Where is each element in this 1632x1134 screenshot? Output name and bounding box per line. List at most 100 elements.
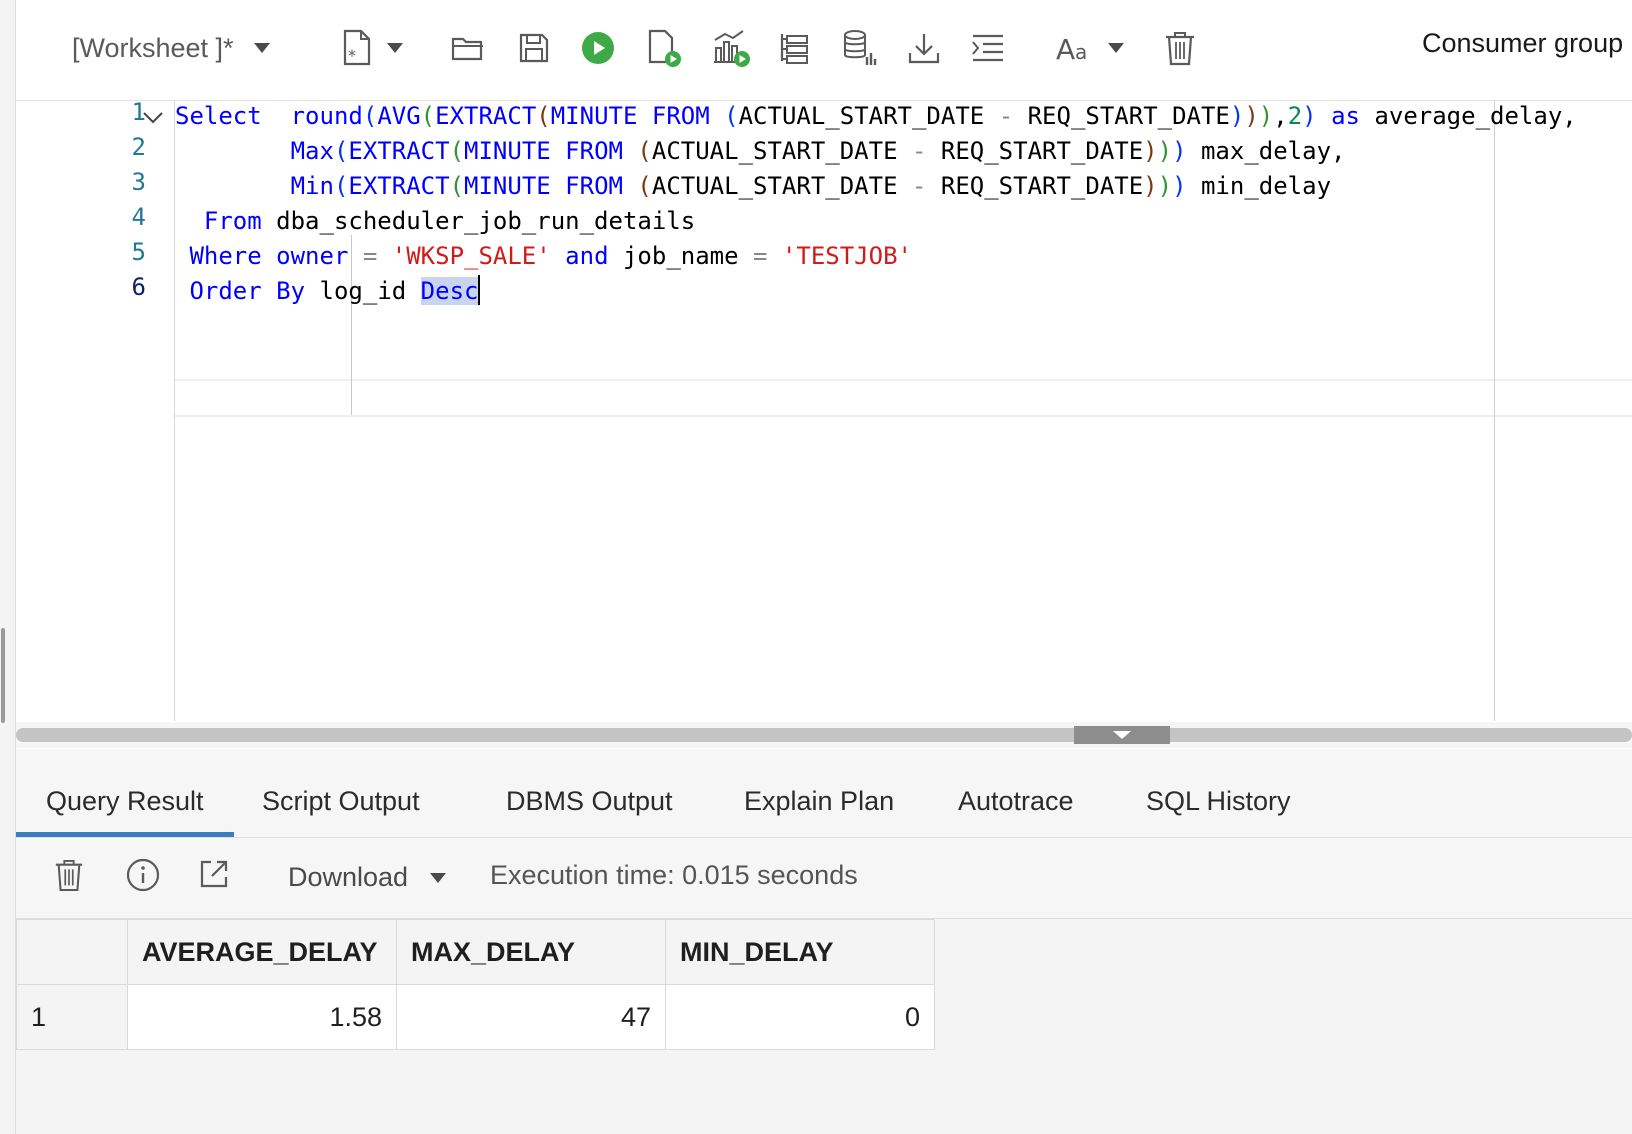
code-line-2: Max(EXTRACT(MINUTE FROM (ACTUAL_START_DA… <box>290 137 1346 165</box>
keyword: MINUTE <box>550 102 638 130</box>
identifier: job_name <box>622 242 739 270</box>
run-script-button[interactable] <box>644 26 684 70</box>
download-button[interactable] <box>904 26 944 70</box>
tab-dbms-output[interactable]: DBMS Output <box>506 749 673 837</box>
consumer-group-label[interactable]: Consumer group <box>1422 28 1623 59</box>
identifier: REQ_START_DATE <box>940 137 1144 165</box>
sql-editor[interactable]: 1 2 3 4 5 6 Select round(AVG(EXTRACT(MIN… <box>16 98 1632 721</box>
grid-cell[interactable]: 0 <box>665 984 935 1050</box>
explain-plan-icon <box>714 30 750 67</box>
new-file-button[interactable]: * <box>336 26 406 70</box>
selected-keyword: Desc <box>420 277 479 305</box>
identifier: min_delay <box>1200 172 1332 200</box>
keyword: owner <box>276 242 349 270</box>
svg-text:*: * <box>348 46 356 65</box>
download-label: Download <box>288 862 409 892</box>
tab-explain-plan[interactable]: Explain Plan <box>744 749 894 837</box>
keyword: Select <box>175 102 262 130</box>
code-line-4: From dba_scheduler_job_run_details <box>175 203 695 239</box>
string: 'TESTJOB' <box>781 242 912 270</box>
identifier: max_delay, <box>1200 137 1346 165</box>
table-row[interactable]: 1 1.58 47 0 <box>16 984 935 1050</box>
code-area[interactable]: Select round(AVG(EXTRACT(MINUTE FROM (AC… <box>175 101 1632 721</box>
run-statement-button[interactable] <box>578 26 618 70</box>
new-file-icon: * <box>343 29 371 66</box>
autotrace-button[interactable] <box>774 26 814 70</box>
current-line-highlight <box>175 379 1632 417</box>
text-cursor <box>478 275 481 305</box>
run-script-icon <box>648 29 681 67</box>
left-panel-edge <box>0 0 16 1134</box>
operator: = <box>362 242 378 270</box>
function: Min <box>290 172 334 200</box>
worksheet-selector-label: [Worksheet ]* <box>72 32 234 63</box>
row-number[interactable]: 1 <box>16 984 128 1050</box>
identifier: REQ_START_DATE <box>1027 102 1230 130</box>
line-number: 3 <box>131 168 146 196</box>
chevron-down-icon <box>387 43 403 53</box>
font-size-icon: Aa <box>1056 33 1087 65</box>
result-grid-area: AVERAGE_DELAY MAX_DELAY MIN_DELAY 1 1.58… <box>16 919 1632 1134</box>
tab-autotrace[interactable]: Autotrace <box>958 749 1074 837</box>
explain-plan-button[interactable] <box>708 26 754 70</box>
string: 'WKSP_SALE' <box>391 242 551 270</box>
open-file-button[interactable] <box>448 26 488 70</box>
identifier: ACTUAL_START_DATE <box>651 172 898 200</box>
function: Max <box>290 137 334 165</box>
autotrace-icon <box>780 34 808 64</box>
tab-query-result[interactable]: Query Result <box>16 749 234 837</box>
execution-time: Execution time: 0.015 seconds <box>490 860 858 890</box>
sql-tuning-button[interactable] <box>838 26 882 70</box>
operator: - <box>911 172 927 200</box>
column-header[interactable]: MIN_DELAY <box>665 919 935 985</box>
result-toolbar: Download Execution time: 0.015 seconds <box>16 838 1632 919</box>
open-in-new-window-button[interactable] <box>198 858 230 895</box>
format-button[interactable] <box>968 26 1008 70</box>
identifier: log_id <box>319 277 407 305</box>
save-icon <box>519 33 549 63</box>
svg-text:A: A <box>1056 33 1075 65</box>
number: 2 <box>1287 102 1303 130</box>
font-size-button[interactable]: Aa <box>1044 26 1134 70</box>
chevron-down-icon <box>253 43 270 53</box>
grid-cell[interactable]: 47 <box>396 984 666 1050</box>
collapse-results-handle[interactable] <box>1074 726 1170 744</box>
identifier: REQ_START_DATE <box>940 172 1144 200</box>
trash-icon <box>55 860 83 892</box>
clear-results-button[interactable] <box>54 858 84 897</box>
keyword: By <box>276 277 306 305</box>
column-header[interactable]: AVERAGE_DELAY <box>127 919 397 985</box>
fold-chevron-icon[interactable] <box>142 111 164 125</box>
code-line-5: Where owner = 'WKSP_SALE' and job_name =… <box>175 238 912 274</box>
grid-corner-cell[interactable] <box>16 919 128 985</box>
worksheet-selector[interactable]: [Worksheet ]* <box>72 30 270 66</box>
column-header[interactable]: MAX_DELAY <box>396 919 666 985</box>
chevron-down-icon <box>430 872 447 883</box>
line-number: 1 <box>131 98 146 126</box>
info-icon <box>126 858 160 892</box>
identifier: ACTUAL_START_DATE <box>651 137 898 165</box>
result-grid: AVERAGE_DELAY MAX_DELAY MIN_DELAY 1 1.58… <box>16 919 935 1050</box>
splitter-track[interactable] <box>16 728 1632 742</box>
keyword: MINUTE <box>464 137 551 165</box>
download-results-dropdown[interactable]: Download <box>288 862 447 893</box>
operator: - <box>998 102 1014 130</box>
info-button[interactable] <box>126 858 160 897</box>
keyword: and <box>565 242 609 270</box>
panel-resize-grip[interactable] <box>1 628 5 723</box>
line-number-gutter: 1 2 3 4 5 6 <box>16 98 175 721</box>
grid-cell[interactable]: 1.58 <box>127 984 397 1050</box>
editor-results-splitter[interactable] <box>16 722 1632 748</box>
external-link-icon <box>200 860 228 888</box>
keyword: Where <box>189 242 262 270</box>
tab-script-output[interactable]: Script Output <box>262 749 420 837</box>
grid-header-row: AVERAGE_DELAY MAX_DELAY MIN_DELAY <box>16 919 935 985</box>
results-tabs: Query Result Script Output DBMS Output E… <box>16 749 1632 838</box>
identifier: dba_scheduler_job_run_details <box>276 207 696 235</box>
chevron-down-icon <box>1108 43 1124 53</box>
keyword: FROM <box>565 172 623 200</box>
code-line-3: Min(EXTRACT(MINUTE FROM (ACTUAL_START_DA… <box>290 172 1332 200</box>
clear-button[interactable] <box>1160 26 1200 70</box>
tab-sql-history[interactable]: SQL History <box>1146 749 1291 837</box>
save-button[interactable] <box>514 26 554 70</box>
